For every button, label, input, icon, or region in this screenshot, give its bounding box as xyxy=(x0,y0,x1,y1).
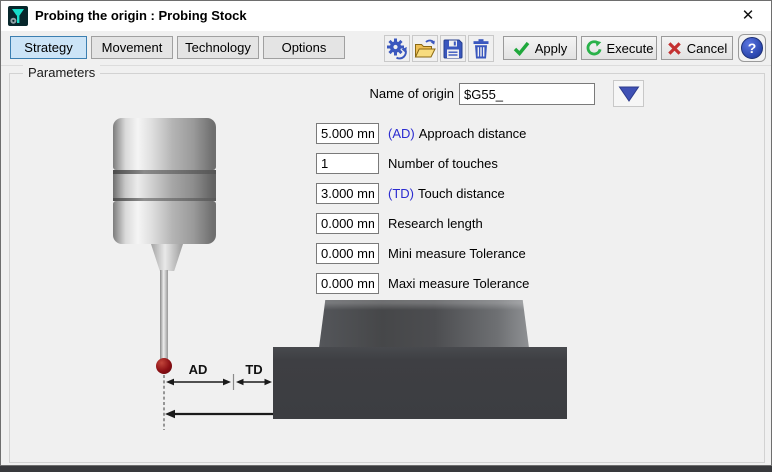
stock-base xyxy=(273,347,567,419)
open-folder-icon xyxy=(413,37,437,61)
gear-refresh-icon xyxy=(385,37,409,61)
td-dimension-label: TD xyxy=(245,362,262,377)
save-icon xyxy=(441,37,465,61)
apply-check-icon xyxy=(513,41,530,56)
mini-measure-tolerance-label: Mini measure Tolerance xyxy=(388,246,526,261)
number-of-touches-label: Number of touches xyxy=(388,156,498,171)
approach-distance-code: (AD) xyxy=(388,126,415,141)
cancel-button[interactable]: Cancel xyxy=(661,36,733,60)
dialog-title: Probing the origin : Probing Stock xyxy=(35,1,247,31)
cancel-x-icon xyxy=(667,41,682,56)
number-of-touches-input[interactable] xyxy=(316,153,379,174)
tab-options[interactable]: Options xyxy=(263,36,345,59)
probe-cap xyxy=(113,118,216,170)
execute-label: Execute xyxy=(607,41,654,56)
approach-distance-label: Approach distance xyxy=(419,126,527,141)
ad-dimension-label: AD xyxy=(189,362,208,377)
field-row-approach-distance: (AD) Approach distance xyxy=(316,123,526,144)
field-row-mini-measure-tolerance: Mini measure Tolerance xyxy=(316,243,526,264)
parameters-group: Parameters Name of origin (AD) Approach … xyxy=(9,73,765,463)
toolbar: Strategy Movement Technology Options xyxy=(1,31,771,66)
tab-movement[interactable]: Movement xyxy=(91,36,173,59)
probe-cone xyxy=(147,244,187,271)
delete-button[interactable] xyxy=(468,35,494,62)
origin-dropdown-button[interactable] xyxy=(613,80,644,107)
name-of-origin-input[interactable] xyxy=(459,83,595,105)
research-length-label: Research length xyxy=(388,216,483,231)
field-row-research-length: Research length xyxy=(316,213,483,234)
tab-strategy-label: Strategy xyxy=(24,40,72,55)
execute-button[interactable]: Execute xyxy=(581,36,657,60)
settings-button[interactable] xyxy=(384,35,410,62)
probe-app-icon xyxy=(8,6,28,26)
parameters-group-label: Parameters xyxy=(23,65,100,80)
mini-measure-tolerance-input[interactable] xyxy=(316,243,379,264)
close-icon[interactable]: ✕ xyxy=(735,5,761,27)
probing-dialog: Probing the origin : Probing Stock ✕ Str… xyxy=(0,0,772,466)
tab-technology-label: Technology xyxy=(185,40,251,55)
trash-icon xyxy=(469,37,493,61)
touch-distance-input[interactable] xyxy=(316,183,379,204)
maxi-measure-tolerance-input[interactable] xyxy=(316,273,379,294)
cancel-label: Cancel xyxy=(687,41,727,56)
maxi-measure-tolerance-label: Maxi measure Tolerance xyxy=(388,276,529,291)
apply-label: Apply xyxy=(535,41,568,56)
touch-distance-label: Touch distance xyxy=(418,186,505,201)
probe-lower-body xyxy=(113,201,216,244)
tab-options-label: Options xyxy=(282,40,327,55)
probe-mid-section xyxy=(113,174,216,198)
field-row-number-of-touches: Number of touches xyxy=(316,153,498,174)
tab-strategy[interactable]: Strategy xyxy=(10,36,87,59)
apply-button[interactable]: Apply xyxy=(503,36,577,60)
title-bar: Probing the origin : Probing Stock ✕ xyxy=(1,1,771,31)
dropdown-triangle-icon xyxy=(618,85,640,103)
field-row-touch-distance: (TD) Touch distance xyxy=(316,183,505,204)
help-icon: ? xyxy=(741,37,763,59)
tab-technology[interactable]: Technology xyxy=(177,36,259,59)
tab-movement-label: Movement xyxy=(102,40,163,55)
screen: Probing the origin : Probing Stock ✕ Str… xyxy=(0,0,772,472)
execute-refresh-icon xyxy=(585,40,602,57)
dimension-lines: AD TD xyxy=(156,357,288,435)
open-button[interactable] xyxy=(412,35,438,62)
research-length-input[interactable] xyxy=(316,213,379,234)
name-of-origin-label: Name of origin xyxy=(359,83,454,105)
field-row-maxi-measure-tolerance: Maxi measure Tolerance xyxy=(316,273,529,294)
approach-distance-input[interactable] xyxy=(316,123,379,144)
probe-stylus xyxy=(160,270,168,363)
touch-distance-code: (TD) xyxy=(388,186,414,201)
save-button[interactable] xyxy=(440,35,466,62)
help-button[interactable]: ? xyxy=(738,34,766,62)
stock-boss xyxy=(319,300,529,348)
